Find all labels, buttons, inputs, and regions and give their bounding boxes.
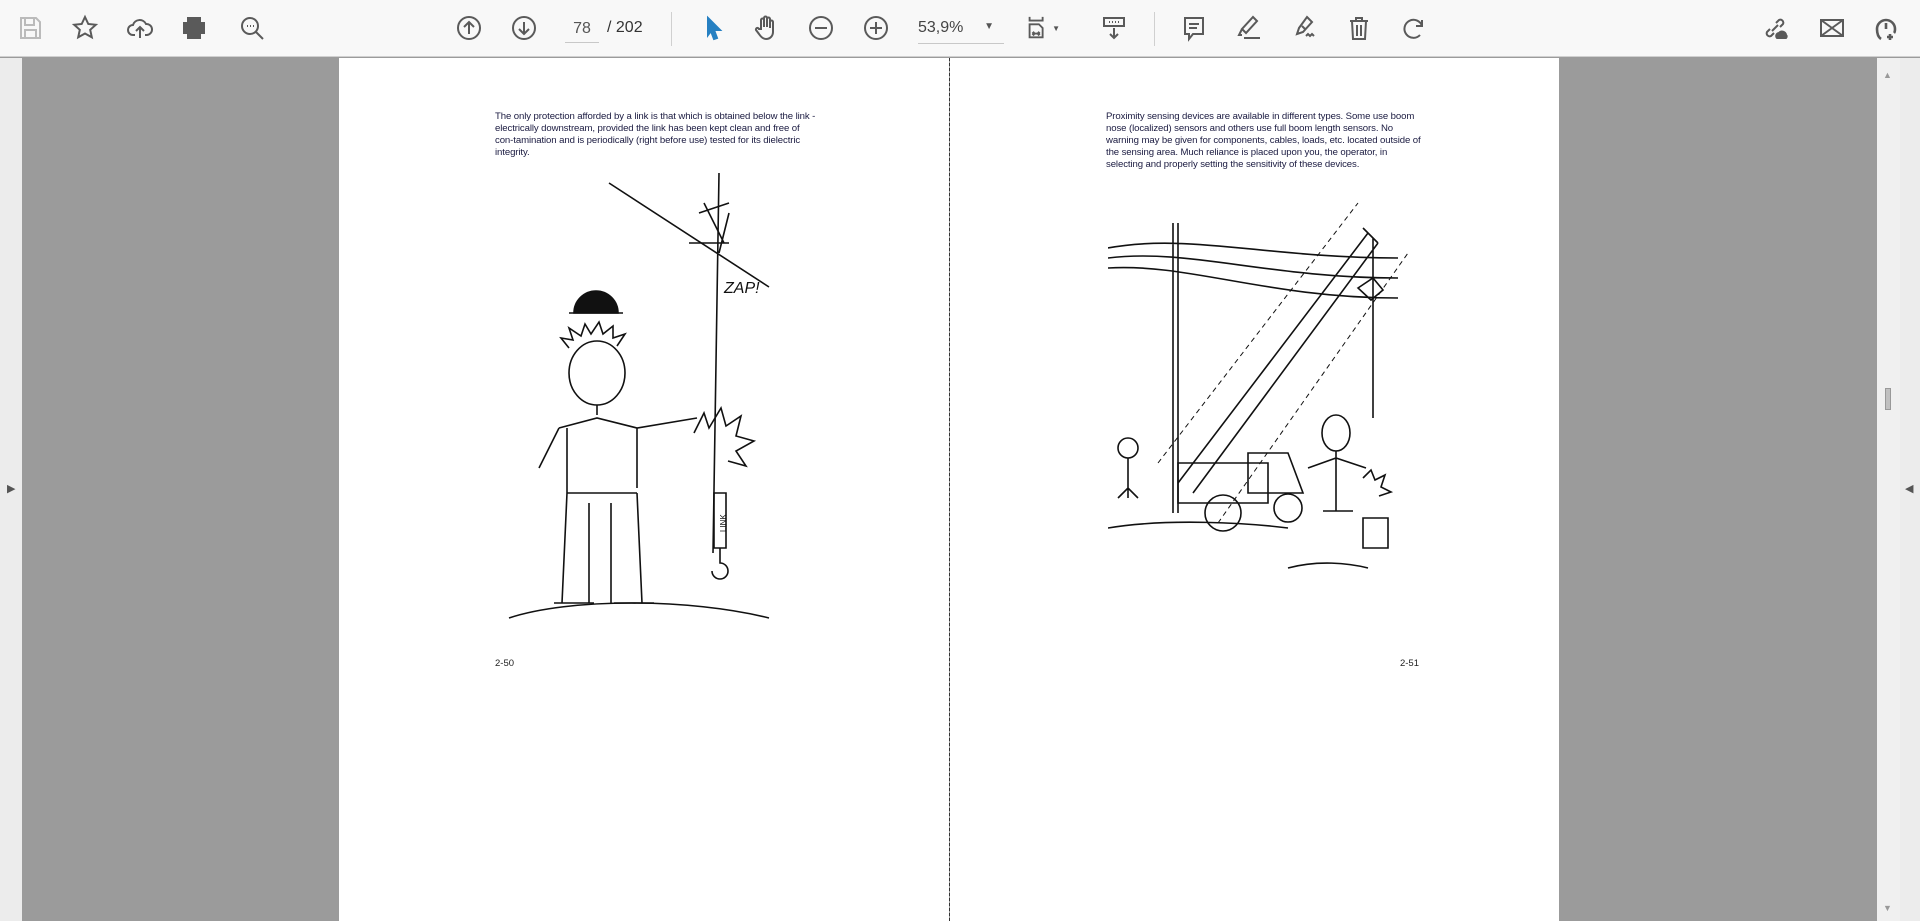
zoom-level-dropdown[interactable]: 53,9% ▼: [918, 15, 1004, 44]
sign-button[interactable]: [1286, 10, 1322, 46]
trash-icon: [1350, 17, 1368, 40]
plus-circle-icon: [864, 16, 888, 40]
vertical-scrollbar[interactable]: ▲ ▼: [1877, 58, 1900, 921]
toolbar: / 202 53,9% ▼ ▼: [0, 0, 1920, 57]
chevron-right-icon: ▶: [7, 483, 16, 495]
toolbar-divider: [671, 12, 672, 46]
print-button[interactable]: [176, 10, 212, 46]
chevron-down-icon: ▼: [984, 21, 994, 32]
page-text: Proximity sensing devices are available …: [1106, 111, 1421, 170]
zoom-out-button[interactable]: [803, 10, 839, 46]
previous-page-button[interactable]: [451, 10, 487, 46]
star-icon: [71, 14, 99, 40]
delete-button[interactable]: [1341, 10, 1377, 46]
pen-sign-icon: [1295, 15, 1315, 38]
page-total: / 202: [607, 19, 643, 36]
comment-icon: [1184, 17, 1204, 42]
page-text: The only protection afforded by a link i…: [495, 111, 816, 158]
find-icon: [241, 17, 264, 40]
find-button[interactable]: [234, 10, 270, 46]
share-link-icon: [1765, 18, 1788, 39]
page-number-label: 2-50: [495, 658, 515, 669]
minus-circle-icon: [809, 16, 833, 40]
scroll-up-arrow-icon[interactable]: ▲: [1883, 70, 1892, 80]
page-fit-button[interactable]: ▼: [1024, 10, 1060, 46]
arrow-up-circle-icon: [457, 16, 481, 40]
zoom-level-value: 53,9%: [918, 19, 964, 36]
illustration-crane-powerline: [1108, 202, 1408, 569]
scroll-mode-button[interactable]: [1096, 10, 1132, 46]
page-number-label: 2-51: [1399, 658, 1419, 669]
illustration-worker-link: ZAP! LINK: [508, 173, 770, 619]
upload-cloud-icon: [127, 19, 153, 38]
email-button[interactable]: [1814, 10, 1850, 46]
scroll-down-arrow-icon[interactable]: ▼: [1883, 903, 1892, 913]
add-user-button[interactable]: [1868, 10, 1904, 46]
hand-icon: [754, 15, 774, 41]
arrow-down-circle-icon: [512, 16, 536, 40]
right-panel-toggle[interactable]: ◀: [1900, 58, 1920, 921]
page-number-input[interactable]: [565, 15, 599, 43]
rotate-icon: [1403, 18, 1423, 39]
email-icon: [1820, 19, 1844, 37]
save-icon: [20, 17, 41, 39]
toolbar-divider: [1154, 12, 1155, 46]
scrollbar-thumb[interactable]: [1885, 388, 1891, 410]
zap-text: ZAP!: [723, 280, 760, 297]
highlight-button[interactable]: [1230, 10, 1266, 46]
chevron-down-icon: ▼: [1052, 23, 1060, 33]
hand-tool-button[interactable]: [748, 10, 784, 46]
share-link-button[interactable]: [1757, 10, 1793, 46]
cursor-arrow-icon: [707, 15, 723, 41]
link-label: LINK: [719, 514, 728, 532]
zoom-in-button[interactable]: [858, 10, 894, 46]
bookmark-button[interactable]: [67, 10, 103, 46]
pdf-page-right: Proximity sensing devices are available …: [950, 58, 1559, 921]
print-icon: [183, 17, 205, 39]
add-user-icon: [1875, 18, 1897, 41]
fit-page-icon: [1028, 16, 1044, 39]
pdf-page-left: The only protection afforded by a link i…: [339, 58, 949, 921]
next-page-button[interactable]: [506, 10, 542, 46]
save-button[interactable]: [12, 10, 48, 46]
select-tool-button[interactable]: [695, 10, 731, 46]
highlighter-icon: [1237, 15, 1260, 39]
left-panel-toggle[interactable]: ▶: [0, 58, 22, 921]
chevron-left-icon: ◀: [1905, 483, 1914, 495]
keyboard-down-icon: [1103, 17, 1125, 40]
rotate-button[interactable]: [1396, 10, 1432, 46]
comment-button[interactable]: [1176, 10, 1212, 46]
upload-button[interactable]: [122, 10, 158, 46]
